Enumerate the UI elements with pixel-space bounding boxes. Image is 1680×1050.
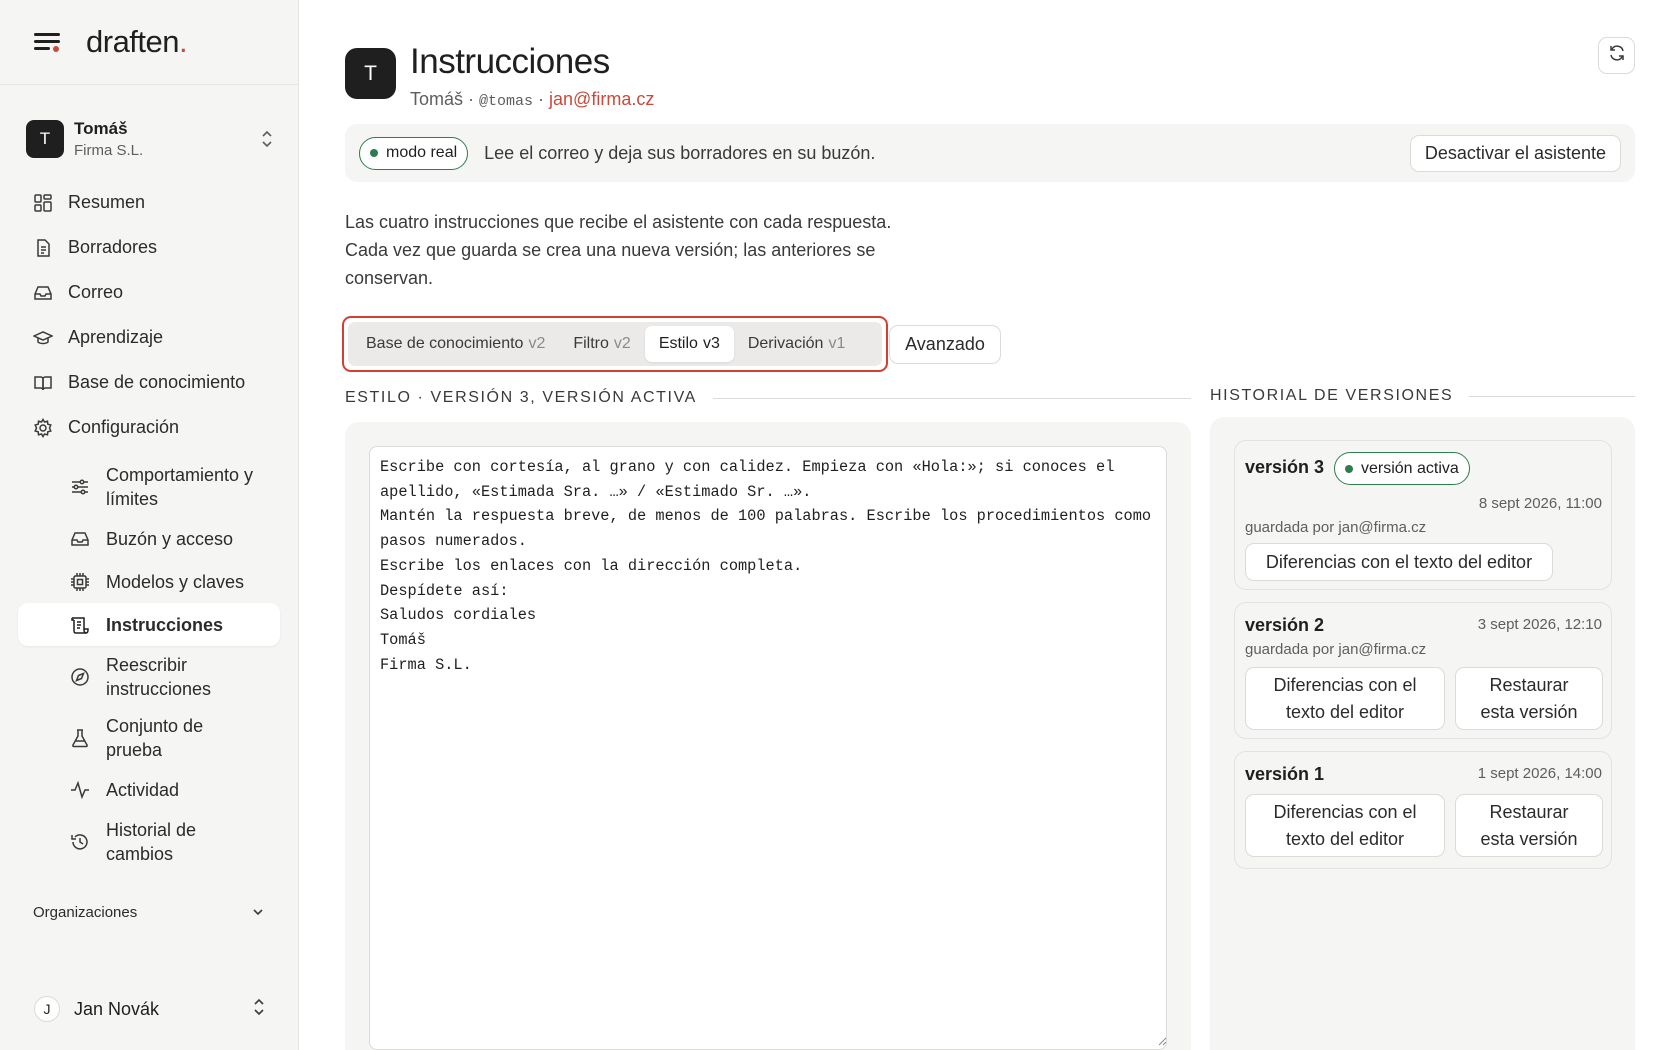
header-avatar: T xyxy=(345,48,396,99)
status-banner: modo real Lee el correo y deja sus borra… xyxy=(345,124,1635,182)
version-title: versión 2 xyxy=(1245,615,1325,635)
organizations-toggle[interactable]: Organizaciones xyxy=(33,904,265,921)
chevron-up-down-icon xyxy=(260,129,274,149)
sidebar: draften. T Tomáš Firma S.L. Resumen Borr… xyxy=(0,0,299,1050)
grid-icon xyxy=(33,193,53,213)
live-mode-badge: modo real xyxy=(359,136,469,170)
history-icon xyxy=(70,832,90,852)
document-icon xyxy=(33,238,53,258)
main-nav: Resumen Borradores Correo Aprendizaje Ba… xyxy=(18,180,280,872)
nav-item-buzon[interactable]: Buzón y acceso xyxy=(18,517,280,560)
nav-item-correo[interactable]: Correo xyxy=(18,270,280,315)
version-card: versión 3 versión activa 8 sept 2026, 11… xyxy=(1234,440,1612,590)
deactivate-assistant-button[interactable]: Desactivar el asistente xyxy=(1409,134,1621,172)
activity-icon xyxy=(70,780,90,800)
history-section-label: HISTORIAL DE VERSIONES xyxy=(1210,387,1635,405)
version-author: guardada por jan@firma.cz xyxy=(1245,641,1427,658)
nav-item-conjunto-de-prueba[interactable]: Conjunto de prueba xyxy=(18,707,280,768)
inbox-icon xyxy=(70,529,90,549)
instruction-editor[interactable]: Escribe con cortesía, al grano y con cal… xyxy=(369,446,1167,1050)
graduation-cap-icon xyxy=(33,328,53,348)
main-content: T Instrucciones Tomáš · @tomas · jan@fir… xyxy=(342,0,1635,1050)
nav-item-historial[interactable]: Historial de cambios xyxy=(18,811,280,872)
editor-section-label: ESTILO · VERSIÓN 3, VERSIÓN ACTIVA xyxy=(345,389,1191,407)
user-avatar: J xyxy=(34,996,60,1022)
user-menu[interactable]: J Jan Novák xyxy=(34,996,266,1022)
version-date: 1 sept 2026, 14:00 xyxy=(1477,765,1602,782)
banner-text: Lee el correo y deja sus borradores en s… xyxy=(484,142,876,163)
instruction-tabs-highlight: Base de conocimiento v2 Filtro v2 Estilo v3… xyxy=(342,316,888,372)
menu-icon[interactable] xyxy=(34,32,60,52)
version-title: versión 3 xyxy=(1245,457,1325,477)
account-name: Tomáš xyxy=(74,119,128,138)
nav-item-resumen[interactable]: Resumen xyxy=(18,180,280,225)
brand-logo[interactable]: draften. xyxy=(86,24,188,60)
version-card: versión 2 3 sept 2026, 12:10 guardada po… xyxy=(1234,602,1612,739)
version-card: versión 1 1 sept 2026, 14:00 Diferencias… xyxy=(1234,751,1612,869)
tab-derivacion[interactable]: Derivación v1 xyxy=(734,326,860,362)
version-date: 3 sept 2026, 12:10 xyxy=(1477,616,1602,633)
nav-item-instrucciones[interactable]: Instrucciones xyxy=(18,603,280,646)
nav-item-comportamiento[interactable]: Comportamiento y límites xyxy=(18,456,280,517)
account-switcher[interactable]: T Tomáš Firma S.L. xyxy=(26,114,274,164)
nav-item-configuracion[interactable]: Configuración xyxy=(18,405,280,450)
flask-icon xyxy=(70,728,90,748)
nav-item-base-de-conocimiento[interactable]: Base de conocimiento xyxy=(18,360,280,405)
refresh-button[interactable] xyxy=(1598,37,1635,74)
book-icon xyxy=(33,373,53,393)
account-org: Firma S.L. xyxy=(74,142,144,159)
restore-version-button[interactable]: Restaurar esta versión xyxy=(1455,794,1603,857)
header-email-link[interactable]: jan@firma.cz xyxy=(549,89,654,109)
instruction-tabs: Base de conocimiento v2 Filtro v2 Estilo v3… xyxy=(348,322,882,366)
account-avatar: T xyxy=(26,120,64,158)
restore-version-button[interactable]: Restaurar esta versión xyxy=(1455,667,1603,730)
nav-item-actividad[interactable]: Actividad xyxy=(18,768,280,811)
version-history-panel: versión 3 versión activa 8 sept 2026, 11… xyxy=(1210,417,1635,1050)
nav-item-reescribir[interactable]: Reescribir instrucciones xyxy=(18,646,280,707)
chip-icon xyxy=(70,572,90,592)
diff-button[interactable]: Diferencias con el texto del editor xyxy=(1245,794,1445,857)
nav-item-modelos[interactable]: Modelos y claves xyxy=(18,560,280,603)
gear-icon xyxy=(33,417,53,438)
page-title: Instrucciones xyxy=(410,42,610,81)
active-version-badge: versión activa xyxy=(1334,452,1470,485)
diff-button[interactable]: Diferencias con el texto del editor xyxy=(1245,543,1553,581)
user-name: Jan Novák xyxy=(74,998,160,1019)
header-subline: Tomáš · @tomas · jan@firma.cz xyxy=(410,89,655,110)
version-title: versión 1 xyxy=(1245,764,1325,784)
tab-base-de-conocimiento[interactable]: Base de conocimiento v2 xyxy=(352,326,559,362)
tab-estilo[interactable]: Estilo v3 xyxy=(644,326,734,362)
chevron-up-down-icon xyxy=(252,997,266,1022)
editor-panel: Escribe con cortesía, al grano y con cal… xyxy=(345,422,1191,1050)
inbox-icon xyxy=(33,283,53,303)
resize-handle-icon[interactable] xyxy=(1157,1036,1167,1046)
brand-bar: draften. xyxy=(0,0,298,85)
sliders-icon xyxy=(70,477,90,497)
page-header: T Instrucciones Tomáš · @tomas · jan@fir… xyxy=(345,43,654,110)
nav-item-aprendizaje[interactable]: Aprendizaje xyxy=(18,315,280,360)
chevron-down-icon xyxy=(251,904,265,921)
advanced-button[interactable]: Avanzado xyxy=(889,325,1001,364)
tab-filtro[interactable]: Filtro v2 xyxy=(559,326,644,362)
nav-item-borradores[interactable]: Borradores xyxy=(18,225,280,270)
refresh-icon xyxy=(1608,44,1626,67)
scroll-icon xyxy=(70,615,90,635)
diff-button[interactable]: Diferencias con el texto del editor xyxy=(1245,667,1445,730)
version-date: 8 sept 2026, 11:00 xyxy=(1478,495,1602,512)
compass-icon xyxy=(70,667,90,687)
version-author: guardada por jan@firma.cz xyxy=(1245,519,1427,536)
page-description: Las cuatro instrucciones que recibe el a… xyxy=(345,212,892,288)
